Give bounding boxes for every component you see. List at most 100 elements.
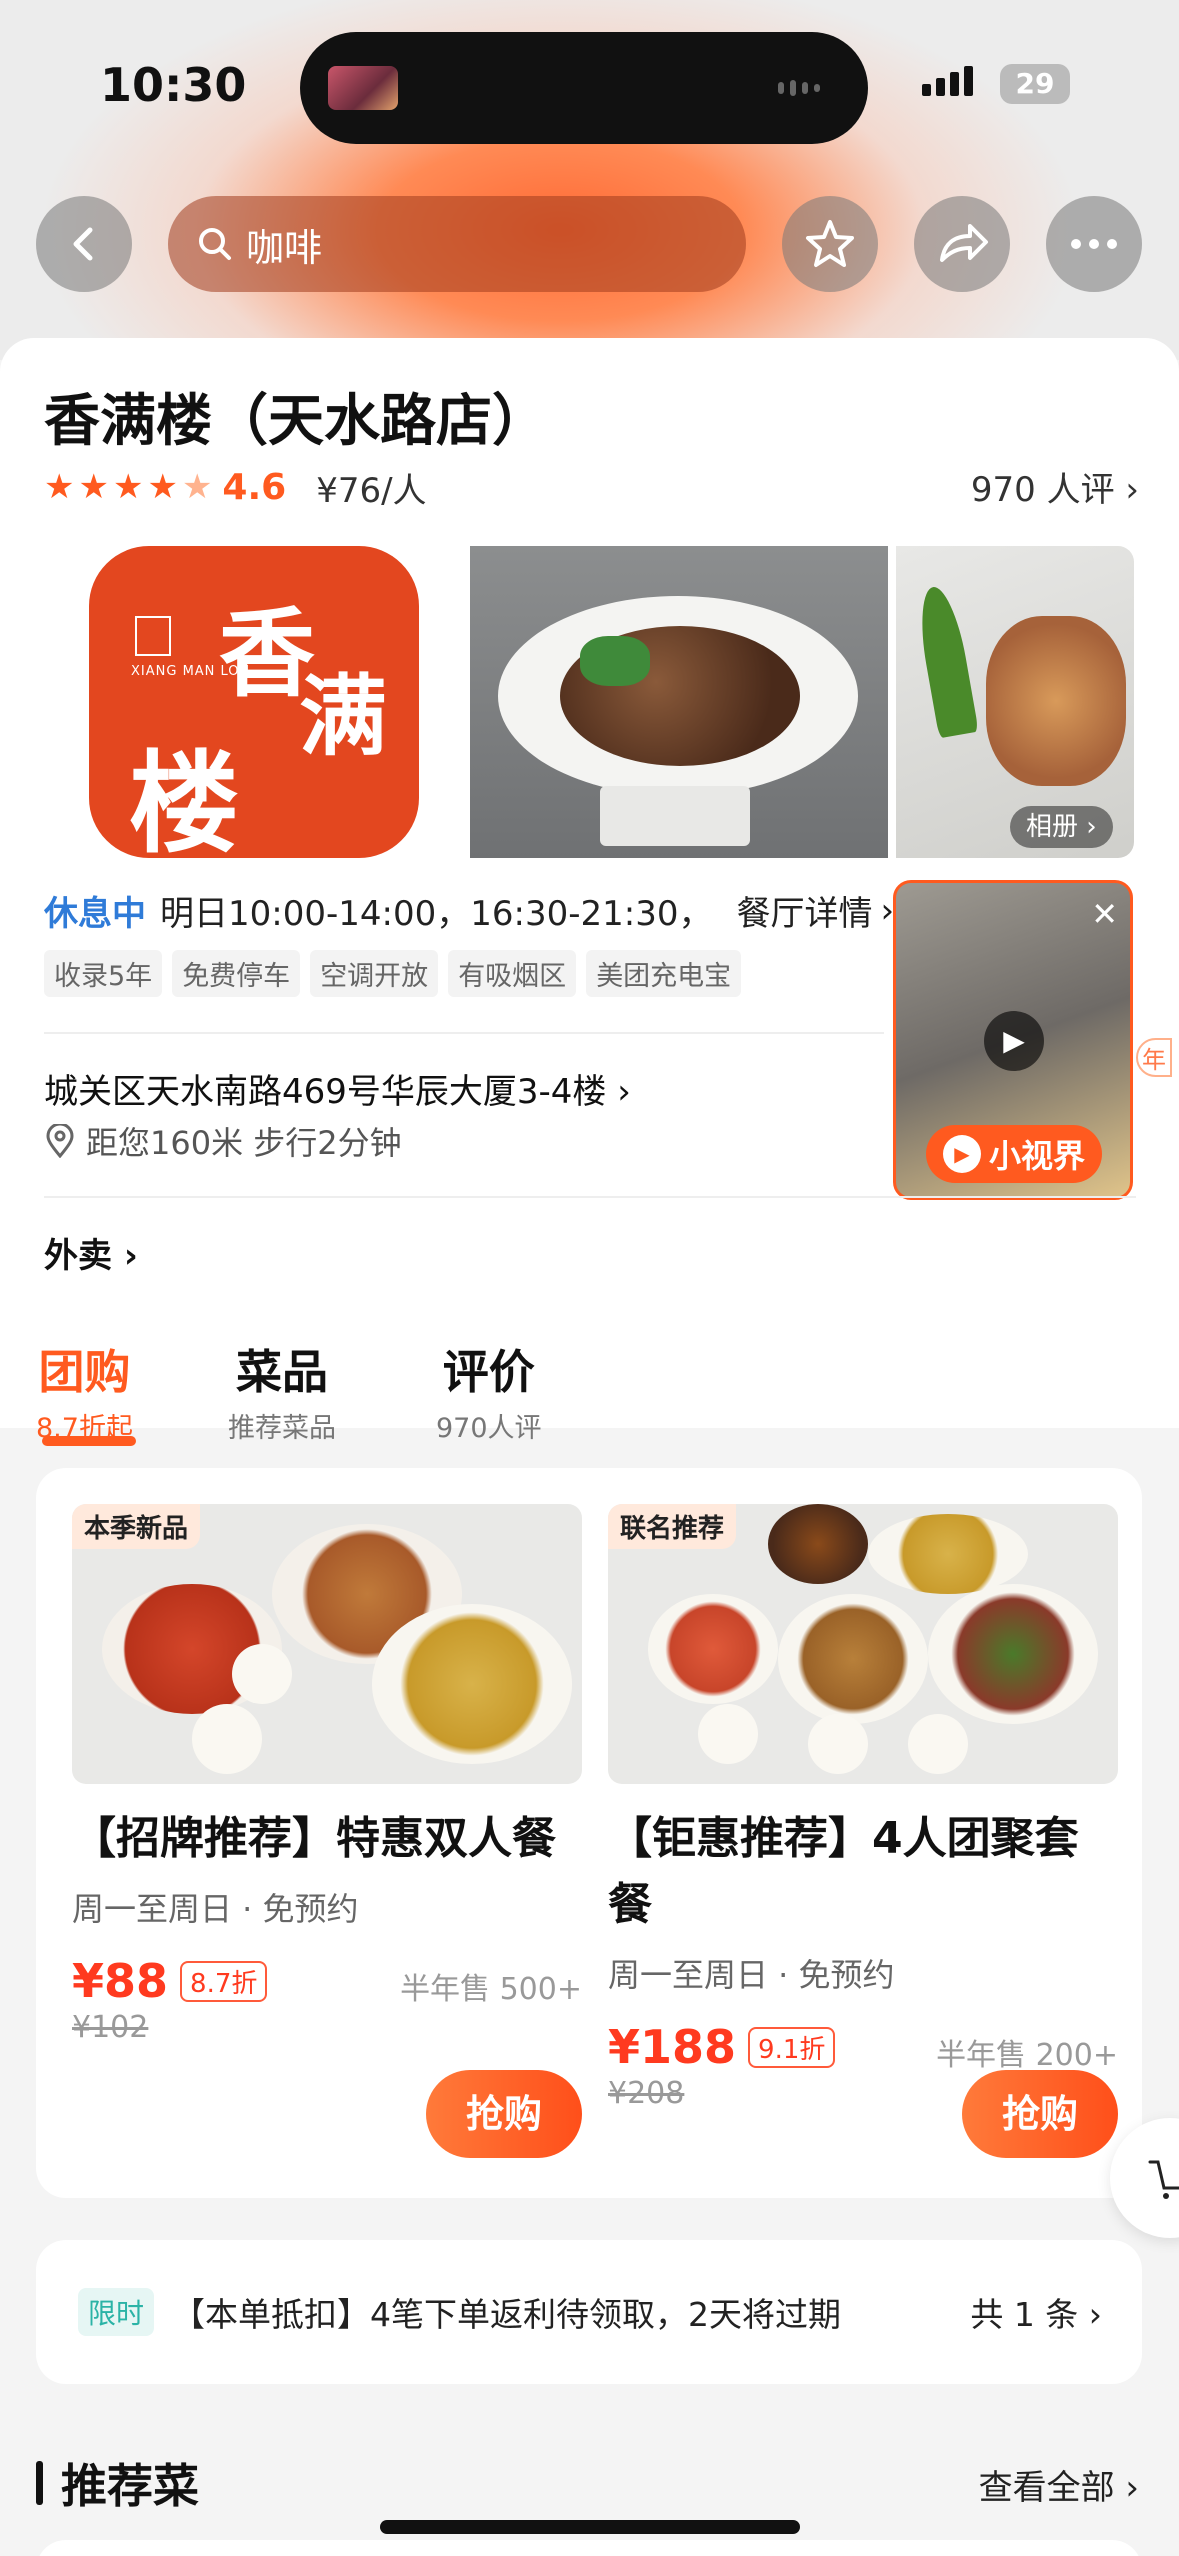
peek-tag: 年: [1136, 1038, 1172, 1077]
back-button[interactable]: [36, 196, 132, 292]
deal-discount: 9.1折: [748, 2026, 836, 2068]
coupon-count: 共 1 条 ›: [970, 2295, 1102, 2334]
share-button[interactable]: [914, 196, 1010, 292]
cellular-signal-icon: [922, 66, 973, 96]
star-rating-icon: ★ ★ ★ ★ ★: [44, 467, 213, 507]
facility-tag: 免费停车: [172, 950, 301, 997]
address-text: 城关区天水南路469号华辰大厦3-4楼: [44, 1072, 607, 1112]
deal-original-price: ¥102: [72, 2010, 149, 2045]
dish-photo-1[interactable]: [470, 546, 888, 858]
deal-name: 【招牌推荐】特惠双人餐: [72, 1813, 556, 1864]
deal-badge: 联名推荐: [608, 1504, 737, 1549]
deal-sold: 半年售 500+: [400, 1972, 582, 2007]
deal-discount: 8.7折: [180, 1960, 268, 2002]
buy-button[interactable]: 抢购: [426, 2070, 582, 2158]
deal-price-row: ¥188 9.1折 半年售 200+: [608, 2020, 1118, 2074]
divider: [44, 1196, 1136, 1198]
chevron-right-icon: ›: [1125, 470, 1139, 510]
close-icon[interactable]: ✕: [1091, 895, 1118, 933]
video-label-text: 小视界: [988, 1137, 1085, 1175]
deal-photo: 联名推荐: [608, 1504, 1118, 1784]
search-icon: [199, 228, 231, 260]
divider: [44, 1032, 884, 1034]
facility-tag: 美团充电宝: [586, 950, 742, 997]
deal-price: ¥188: [608, 2020, 737, 2074]
deal-photo: 本季新品: [72, 1504, 582, 1784]
media-thumbnail: [328, 66, 398, 110]
facility-tag: 收录5年: [44, 950, 163, 997]
more-button[interactable]: [1046, 196, 1142, 292]
price-per-person: ¥76/人: [316, 470, 427, 511]
see-all-link[interactable]: 查看全部 ›: [979, 2460, 1139, 2509]
deal-sold: 半年售 200+: [936, 2038, 1118, 2073]
facility-tag: 有吸烟区: [448, 950, 577, 997]
tab-title: 评价: [442, 1345, 535, 1399]
album-button[interactable]: 相册 ›: [1010, 806, 1113, 848]
section-header-recommend: 推荐菜: [36, 2450, 199, 2516]
buy-button[interactable]: 抢购: [962, 2070, 1118, 2158]
favorite-button[interactable]: [782, 196, 878, 292]
takeout-label: 外卖: [44, 1236, 112, 1276]
reviews-link[interactable]: 970 人评 ›: [971, 462, 1139, 511]
share-icon: [940, 224, 988, 262]
deal-availability: 周一至周日 · 免预约: [608, 1956, 895, 1994]
shop-logo-photo[interactable]: XIANG MAN LOU 香 满 楼: [44, 546, 464, 868]
status-time: 10:30: [100, 58, 247, 112]
restaurant-details-link[interactable]: 餐厅详情: [736, 886, 872, 935]
status-bar: 10:30 29: [0, 0, 1179, 170]
shop-name: 香满楼（天水路店）: [44, 389, 548, 454]
takeout-link[interactable]: 外卖 ›: [44, 1228, 138, 1277]
cart-icon: [1148, 2160, 1179, 2199]
logo-char-2: 满: [299, 664, 388, 768]
facility-tag: 空调开放: [310, 950, 439, 997]
search-placeholder: 咖啡: [246, 225, 323, 270]
business-hours: 明日10:00-14:00，16:30-21:30，: [160, 894, 713, 934]
deal-item[interactable]: 联名推荐 【钜惠推荐】4人团聚套餐 周一至周日 · 免预约 ¥188 9.1折 …: [608, 1504, 1118, 2158]
address-link[interactable]: 城关区天水南路469号华辰大厦3-4楼 ›: [44, 1064, 631, 1113]
limited-badge: 限时: [78, 2288, 155, 2336]
section-title: 推荐菜: [61, 2459, 199, 2513]
short-video-widget[interactable]: ✕ ▶ ▶ 小视界: [893, 880, 1133, 1200]
coupon-banner[interactable]: 限时 【本单抵扣】4笔下单返利待领取，2天将过期 共 1 条 ›: [36, 2240, 1142, 2384]
deal-item[interactable]: 本季新品 【招牌推荐】特惠双人餐 周一至周日 · 免预约 ¥88 8.7折 半年…: [72, 1504, 582, 2158]
active-tab-indicator: [42, 1436, 136, 1446]
logo-char-3: 楼: [129, 739, 239, 868]
tab-group-buy[interactable]: 团购 8.7折起: [36, 1336, 133, 1445]
home-indicator[interactable]: [380, 2520, 800, 2534]
recommend-card: [36, 2540, 1142, 2556]
restaurant-logo: XIANG MAN LOU 香 满 楼: [89, 546, 419, 868]
distance-info: 距您160米 步行2分钟: [44, 1118, 402, 1164]
star-outline-icon: [806, 220, 854, 267]
deal-name: 【钜惠推荐】4人团聚套餐: [608, 1813, 1079, 1930]
audio-wave-icon: [778, 80, 838, 96]
chevron-right-icon: ›: [617, 1072, 631, 1112]
tab-title: 菜品: [236, 1345, 328, 1399]
tab-reviews[interactable]: 评价 970人评: [436, 1336, 542, 1445]
deal-price: ¥88: [72, 1954, 169, 2008]
video-label: ▶ 小视界: [926, 1125, 1102, 1183]
tab-subtitle: 970人评: [436, 1413, 542, 1444]
distance-text: 距您160米 步行2分钟: [86, 1124, 402, 1162]
coupon-count-text: 共 1 条: [970, 2295, 1079, 2334]
tab-title: 团购: [38, 1345, 131, 1399]
facility-tags: 收录5年 免费停车 空调开放 有吸烟区 美团充电宝: [44, 950, 742, 997]
coupon-message: 【本单抵扣】4笔下单返利待领取，2天将过期: [172, 2295, 842, 2334]
tab-subtitle: 推荐菜品: [228, 1413, 336, 1444]
open-status: 休息中: [44, 894, 146, 934]
battery-indicator: 29: [1000, 64, 1070, 104]
deal-availability: 周一至周日 · 免预约: [72, 1890, 359, 1928]
rating-row: ★ ★ ★ ★ ★ 4.6 ¥76/人: [44, 462, 427, 512]
location-pin-icon: [46, 1124, 74, 1158]
see-all-label: 查看全部: [978, 2468, 1115, 2508]
dynamic-island: [300, 32, 868, 144]
hours-row[interactable]: 休息中 明日10:00-14:00，16:30-21:30， 餐厅详情 ›: [44, 886, 894, 935]
rating-score: 4.6: [222, 466, 287, 508]
reviews-link-label: 970 人评: [970, 470, 1115, 510]
play-icon[interactable]: ▶: [984, 1011, 1044, 1071]
album-label: 相册: [1026, 812, 1079, 842]
search-input[interactable]: 咖啡: [168, 196, 746, 292]
more-icon: [1071, 239, 1117, 249]
deal-price-row: ¥88 8.7折 半年售 500+: [72, 1954, 582, 2008]
tab-dishes[interactable]: 菜品 推荐菜品: [228, 1336, 336, 1445]
section-bar: [36, 2461, 43, 2505]
